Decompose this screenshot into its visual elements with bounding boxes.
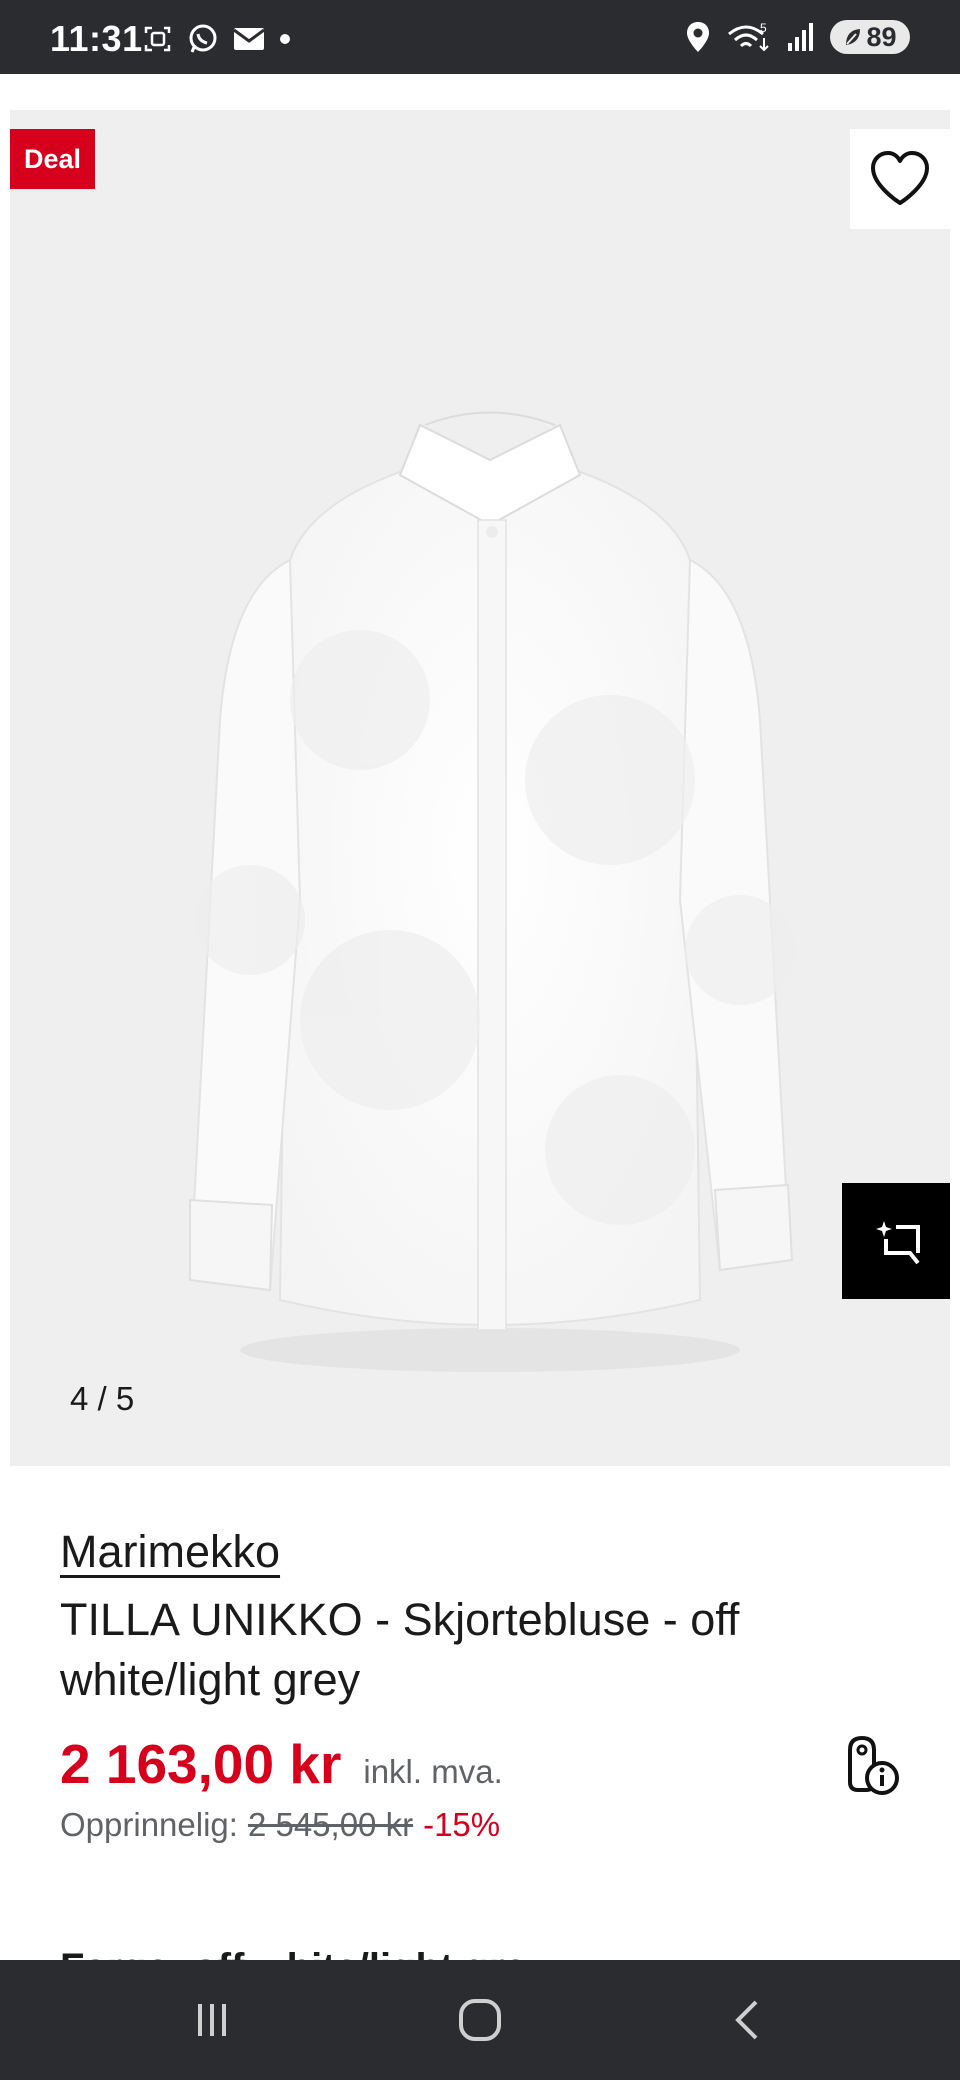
back-icon (735, 2000, 758, 2040)
mail-icon (233, 28, 265, 50)
system-icons: 5 89 (684, 20, 910, 54)
brand-link[interactable]: Marimekko (60, 1526, 280, 1578)
compare-icon (876, 1221, 920, 1265)
battery-saver-icon (846, 29, 861, 45)
product-image-gallery[interactable]: Deal 4 / 5 (10, 110, 950, 1466)
signal-icon (788, 23, 813, 51)
compare-button[interactable] (842, 1183, 950, 1299)
battery-indicator: 89 (830, 20, 910, 54)
screenshot-icon (144, 26, 171, 52)
wishlist-button[interactable] (850, 129, 950, 229)
status-bar: 11:31 5 89 (0, 0, 960, 74)
discount-badge: -15% (423, 1806, 501, 1843)
product-title: TILLA UNIKKO - Skjortebluse - off white/… (60, 1594, 740, 1705)
recent-apps-button[interactable] (180, 1988, 244, 2052)
home-button[interactable] (448, 1988, 512, 2052)
svg-text:5: 5 (760, 21, 767, 35)
recent-apps-icon (198, 2004, 226, 2036)
status-time: 11:31 (50, 18, 143, 59)
home-icon (459, 1999, 501, 2041)
price-row: 2 163,00 kr inkl. mva. (60, 1732, 503, 1796)
product-image (188, 411, 795, 1372)
vat-note: inkl. mva. (363, 1753, 503, 1790)
price-tag-info-icon (848, 1735, 899, 1795)
system-nav-bar (0, 1960, 960, 2080)
image-counter: 4 / 5 (70, 1380, 135, 1417)
original-price-label: Opprinnelig: (60, 1806, 238, 1843)
current-price: 2 163,00 kr (60, 1733, 342, 1795)
battery-level: 89 (866, 21, 897, 52)
original-price-row: Opprinnelig: 2 545,00 kr -15% (60, 1806, 500, 1844)
original-price: 2 545,00 kr (247, 1806, 414, 1843)
deal-badge: Deal (10, 129, 95, 189)
whatsapp-icon (189, 24, 217, 53)
dot-icon (280, 34, 290, 44)
location-icon (687, 22, 709, 52)
back-button[interactable] (716, 1988, 780, 2052)
heart-icon (871, 151, 929, 205)
notification-icons (142, 22, 292, 56)
wifi-icon: 5 (728, 21, 769, 52)
price-info-button[interactable] (836, 1728, 906, 1798)
